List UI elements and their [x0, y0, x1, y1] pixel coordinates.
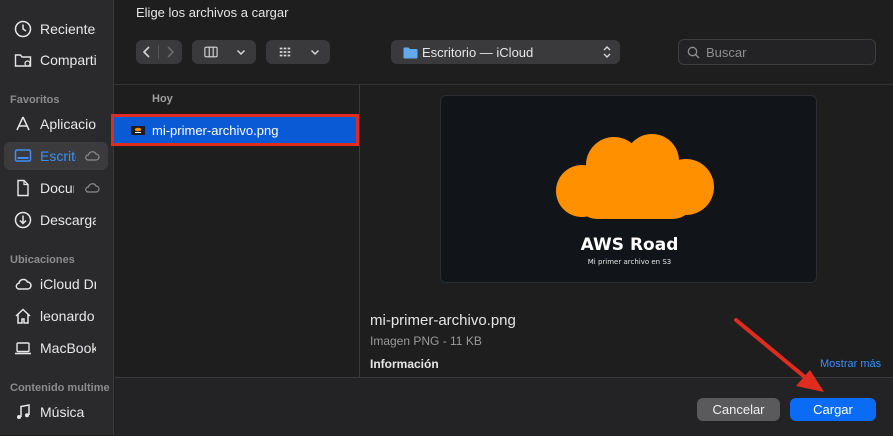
- view-mode-button[interactable]: [192, 40, 256, 64]
- shared-folder-icon: [12, 49, 34, 71]
- cloud-icon: [85, 151, 100, 161]
- sidebar-item-label: iCloud Drive: [40, 276, 96, 292]
- cloud-logo-icon: [556, 134, 714, 219]
- columns-view-icon: [192, 40, 230, 64]
- preview-image-title: AWS Road: [580, 235, 679, 255]
- date-group-header: Hoy: [152, 93, 173, 105]
- search-input[interactable]: [704, 43, 868, 61]
- nav-buttons: [136, 40, 182, 64]
- sidebar: Recientes Compartido Favoritos Aplicacio…: [0, 0, 114, 435]
- sidebar-item-label: Compartido: [40, 52, 96, 68]
- annotation-arrow: [734, 318, 824, 392]
- chevron-down-icon: [304, 40, 326, 64]
- sidebar-item-documents[interactable]: Documentos: [4, 174, 108, 202]
- sidebar-item-recents[interactable]: Recientes: [4, 15, 108, 43]
- apps-icon: [12, 113, 34, 135]
- sidebar-item-label: Descargas: [40, 212, 96, 228]
- preview-image-subtitle: Mi primer archivo en S3: [587, 258, 672, 266]
- preview-file-kind: Imagen PNG - 11 KB: [370, 334, 482, 348]
- document-icon: [12, 177, 34, 199]
- sidebar-item-label: Música: [40, 404, 85, 420]
- folder-icon: [403, 46, 418, 59]
- search-field[interactable]: [678, 39, 876, 65]
- chevron-updown-icon: [602, 45, 612, 59]
- chevron-down-icon: [230, 40, 252, 64]
- cloud-icon: [12, 273, 34, 295]
- music-icon: [12, 401, 34, 423]
- laptop-icon: [12, 337, 34, 359]
- sidebar-item-home[interactable]: leonardo: [4, 302, 108, 330]
- sidebar-item-label: Recientes: [40, 21, 96, 37]
- location-popup[interactable]: Escritorio — iCloud: [391, 40, 620, 64]
- sidebar-item-label: MacBook: [40, 340, 96, 356]
- home-icon: [12, 305, 34, 327]
- sidebar-item-label: leonardo: [40, 308, 95, 324]
- sidebar-item-icloud[interactable]: iCloud Drive: [4, 270, 108, 298]
- sidebar-item-label: Documentos: [40, 180, 74, 196]
- chevron-right-icon: [167, 46, 175, 58]
- file-name: mi-primer-archivo.png: [152, 122, 279, 138]
- favorites-header: Favoritos: [10, 94, 60, 106]
- grid-icon: [266, 40, 304, 64]
- clock-icon: [12, 18, 34, 40]
- image-file-icon: [130, 125, 146, 135]
- locations-header: Ubicaciones: [10, 254, 75, 266]
- location-label: Escritorio — iCloud: [422, 44, 534, 60]
- sidebar-item-music[interactable]: Música: [4, 398, 108, 426]
- search-icon: [687, 46, 700, 59]
- sidebar-item-applications[interactable]: Aplicaciones: [4, 110, 108, 138]
- cloud-icon: [85, 183, 100, 193]
- file-preview: AWS Road Mi primer archivo en S3: [440, 95, 817, 283]
- sidebar-item-label: Escritorio: [40, 148, 76, 164]
- sidebar-item-shared[interactable]: Compartido: [4, 46, 108, 74]
- sidebar-item-label: Aplicaciones: [40, 116, 96, 132]
- dialog-title: Elige los archivos a cargar: [136, 5, 289, 20]
- sidebar-item-downloads[interactable]: Descargas: [4, 206, 108, 234]
- column-divider[interactable]: [359, 84, 360, 377]
- download-icon: [12, 209, 34, 231]
- sidebar-item-macbook[interactable]: MacBook: [4, 334, 108, 362]
- preview-file-name: mi-primer-archivo.png: [370, 312, 516, 329]
- back-button[interactable]: [136, 40, 158, 64]
- forward-button[interactable]: [159, 40, 181, 64]
- chevron-left-icon: [142, 46, 150, 58]
- desktop-icon: [12, 145, 34, 167]
- media-header: Contenido multimedia: [10, 382, 110, 394]
- group-by-button[interactable]: [266, 40, 330, 64]
- info-header: Información: [370, 357, 439, 371]
- sidebar-item-desktop[interactable]: Escritorio: [4, 142, 108, 170]
- file-row-selected[interactable]: mi-primer-archivo.png: [114, 117, 359, 143]
